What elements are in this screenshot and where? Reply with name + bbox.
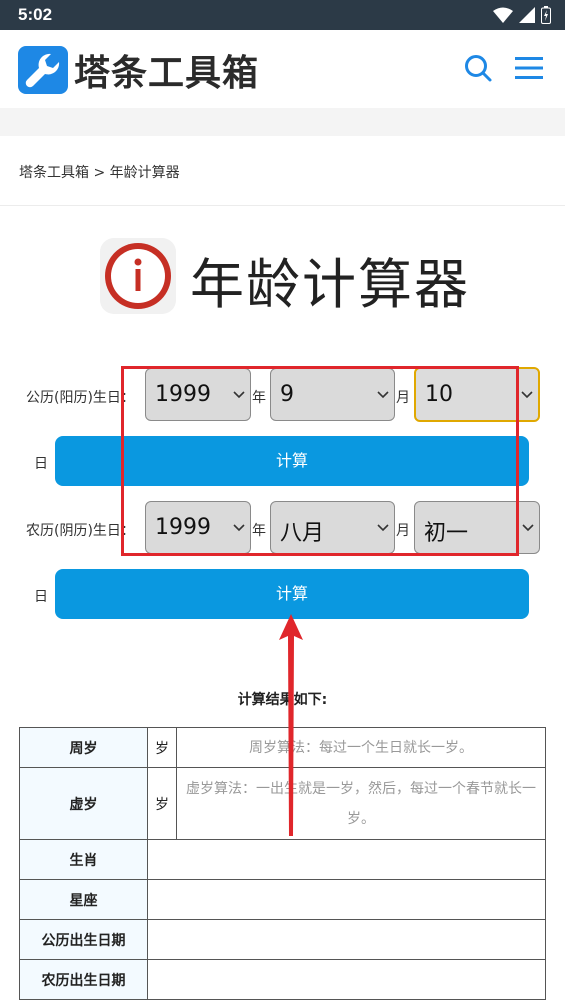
lunar-year-value: 1999 (155, 515, 211, 540)
result-unit: 岁 (147, 727, 177, 768)
solar-month-select[interactable]: 9 (270, 368, 395, 421)
search-icon[interactable] (463, 53, 493, 83)
results-title: 计算结果如下: (237, 692, 328, 708)
solar-year-value: 1999 (155, 382, 211, 407)
info-icon (100, 238, 176, 314)
cell-signal-icon (519, 7, 535, 23)
lunar-year-select[interactable]: 1999 (145, 501, 251, 554)
page-title-block: 年龄计算器 (0, 232, 565, 316)
lunar-day-select[interactable]: 初一 (414, 501, 540, 554)
solar-year-select[interactable]: 1999 (145, 368, 251, 421)
result-key: 生肖 (19, 839, 148, 880)
table-row: 农历出生日期 (19, 959, 546, 1000)
chevron-down-icon (377, 391, 389, 399)
result-value (147, 919, 546, 960)
status-time: 5:02 (18, 5, 53, 24)
solar-birthday-label: 公历(阳历)生日： (26, 390, 135, 406)
chevron-down-icon (522, 524, 534, 532)
site-logo[interactable]: 塔条工具箱 (18, 44, 259, 96)
battery-icon (541, 6, 551, 24)
result-key: 公历出生日期 (19, 919, 148, 960)
result-unit: 岁 (147, 767, 177, 840)
status-bar: 5:02 (0, 0, 565, 30)
chevron-down-icon (377, 524, 389, 532)
results-table: 周岁 岁 周岁算法：每过一个生日就长一岁。 虚岁 岁 虚岁算法：一出生就是一岁，… (19, 727, 546, 1000)
lunar-month-value: 八月 (280, 521, 325, 546)
lunar-month-unit: 月 (396, 523, 410, 539)
site-header: 塔条工具箱 (0, 30, 565, 108)
wrench-logo-icon (18, 46, 68, 94)
chevron-down-icon (233, 391, 245, 399)
breadcrumb: 塔条工具箱 > 年龄计算器 (0, 136, 565, 206)
result-description: 虚岁算法：一出生就是一岁，然后，每过一个春节就长一岁。 (176, 767, 546, 840)
lunar-year-unit: 年 (252, 523, 266, 539)
solar-month-unit: 月 (396, 390, 410, 406)
result-value (147, 959, 546, 1000)
solar-day-unit: 日 (34, 456, 48, 472)
table-row: 虚岁 岁 虚岁算法：一出生就是一岁，然后，每过一个春节就长一岁。 (19, 767, 546, 840)
result-key: 虚岁 (19, 767, 148, 840)
solar-day-select[interactable]: 10 (414, 367, 540, 422)
result-key: 周岁 (19, 727, 148, 768)
logo-text: 塔条工具箱 (74, 53, 260, 94)
result-key: 农历出生日期 (19, 959, 148, 1000)
solar-year-unit: 年 (252, 390, 266, 406)
menu-icon[interactable] (515, 55, 543, 81)
lunar-calculate-button[interactable]: 计算 (55, 569, 529, 619)
wifi-icon (493, 7, 513, 23)
page-title: 年龄计算器 (190, 253, 470, 316)
solar-day-value: 10 (425, 382, 453, 407)
result-description: 周岁算法：每过一个生日就长一岁。 (176, 727, 546, 768)
breadcrumb-text[interactable]: 塔条工具箱 > 年龄计算器 (19, 162, 180, 182)
result-value (147, 879, 546, 920)
solar-month-value: 9 (280, 382, 294, 407)
lunar-month-select[interactable]: 八月 (270, 501, 395, 554)
chevron-down-icon (233, 524, 245, 532)
table-row: 周岁 岁 周岁算法：每过一个生日就长一岁。 (19, 727, 546, 768)
table-row: 星座 (19, 879, 546, 920)
status-icons (493, 6, 551, 24)
solar-calculate-button[interactable]: 计算 (55, 436, 529, 486)
lunar-day-value: 初一 (424, 521, 469, 546)
table-row: 生肖 (19, 839, 546, 880)
result-value (147, 839, 546, 880)
table-row: 公历出生日期 (19, 919, 546, 960)
result-key: 星座 (19, 879, 148, 920)
lunar-birthday-label: 农历(阴历)生日： (26, 523, 135, 539)
chevron-down-icon (521, 391, 533, 399)
section-gap (0, 108, 565, 136)
lunar-day-unit: 日 (34, 589, 48, 605)
